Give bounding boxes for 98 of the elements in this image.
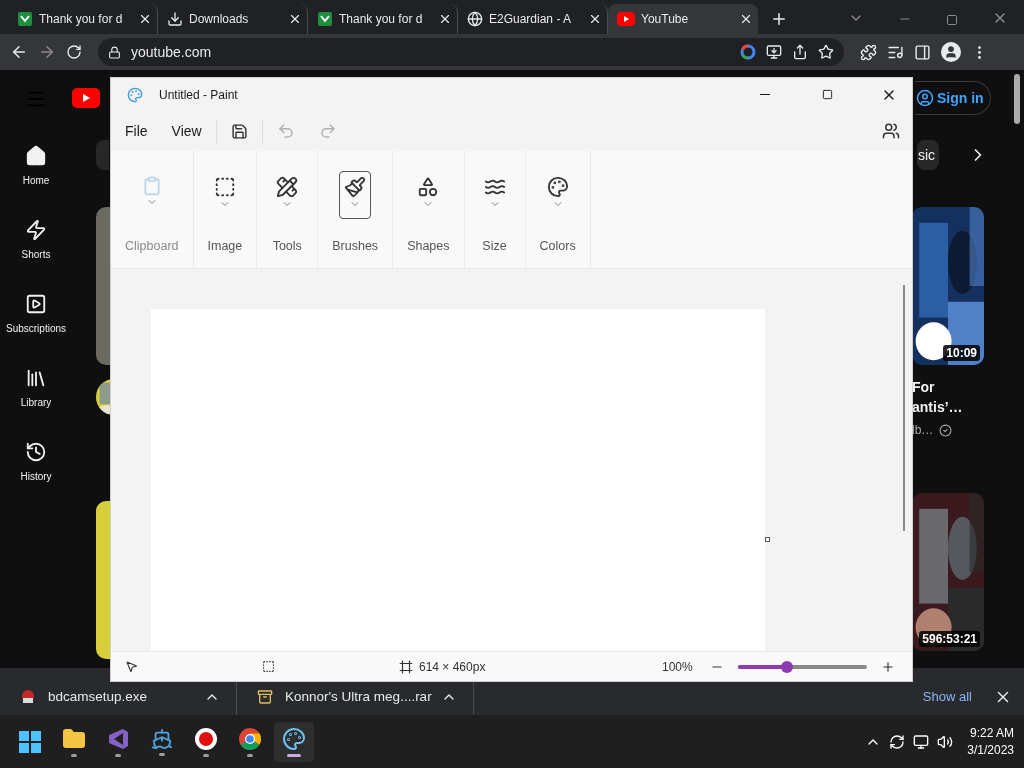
record-icon [194, 726, 218, 751]
dashed-square-icon [213, 176, 236, 198]
scrollbar-thumb[interactable] [903, 285, 905, 531]
canvas-size-icon [399, 659, 413, 674]
address-bar[interactable]: youtube.com [98, 38, 844, 66]
guide-item[interactable]: Library [0, 363, 72, 437]
history-icon [25, 441, 47, 463]
studio-icon [106, 726, 130, 751]
redo-icon [318, 122, 337, 140]
clock-date[interactable]: 3/1/2023 [967, 741, 1014, 759]
sync-icon[interactable] [889, 733, 906, 750]
close-icon[interactable] [588, 12, 602, 26]
network-icon[interactable] [913, 733, 930, 750]
installer-icon [20, 688, 36, 705]
google-icon[interactable] [740, 44, 756, 60]
zoom-percent: 100% [662, 659, 694, 674]
verified-icon [939, 423, 953, 437]
minimize-icon [760, 94, 770, 95]
window-title: Untitled - Paint [159, 87, 239, 102]
side-panel-icon[interactable] [914, 43, 931, 61]
shapes-icon [417, 176, 440, 198]
show-all-link[interactable]: Show all [922, 689, 972, 704]
puzzle-icon[interactable] [860, 43, 877, 61]
ribbon-group[interactable]: Shapes [393, 151, 465, 268]
zoom-in-icon[interactable] [881, 659, 895, 674]
save-icon [230, 122, 248, 140]
sheets-icon [317, 11, 333, 27]
tab-title: Thank you for d [339, 12, 423, 26]
url-text: youtube.com [131, 44, 213, 60]
maximize-icon [821, 89, 833, 100]
browser-tab[interactable]: YouTube [608, 4, 758, 34]
forward-icon[interactable] [38, 43, 56, 61]
channel-name[interactable]: lb… [912, 423, 934, 437]
clock-time[interactable]: 9:22 AM [969, 724, 1014, 742]
scrollbar-thumb[interactable] [1014, 74, 1020, 124]
user-icon [916, 89, 934, 107]
close-icon[interactable] [138, 12, 152, 26]
slider-thumb[interactable] [781, 660, 793, 673]
tab-title: Thank you for d [39, 12, 123, 26]
ribbon-group[interactable]: Brushes [318, 151, 394, 268]
star-icon[interactable] [818, 44, 834, 60]
install-icon[interactable] [766, 44, 782, 60]
menu-item[interactable]: File [115, 117, 158, 145]
download-icon [167, 11, 183, 27]
selection-icon [262, 660, 275, 673]
lock-icon [108, 45, 121, 59]
tab-title: E2Guardian - A [489, 12, 572, 26]
guide-item[interactable]: History [0, 437, 72, 511]
close-icon[interactable] [288, 12, 302, 26]
paint-icon [127, 86, 143, 103]
home-icon [25, 145, 47, 167]
sheets-icon [17, 11, 33, 27]
pointer-icon [125, 660, 138, 673]
restore-icon[interactable] [946, 14, 958, 26]
video-title[interactable]: For [912, 377, 984, 397]
resize-handle[interactable] [765, 537, 770, 542]
undo-icon [276, 122, 295, 140]
duration-badge: 10:09 [943, 345, 980, 361]
profile-avatar[interactable] [941, 42, 961, 62]
brush-icon [344, 176, 367, 198]
youtube-icon [617, 12, 635, 26]
back-icon[interactable] [10, 43, 28, 61]
ribbon-group[interactable]: Tools [257, 151, 319, 268]
menu-item[interactable]: View [161, 117, 212, 145]
archive-icon [257, 688, 273, 705]
video-title[interactable]: antis’… [912, 397, 984, 417]
globe-icon [467, 11, 483, 27]
close-icon[interactable] [438, 12, 452, 26]
guide-item[interactable]: Subscriptions [0, 289, 72, 363]
library-icon [25, 367, 47, 389]
chip[interactable]: sic [916, 140, 939, 170]
volume-icon[interactable] [937, 733, 954, 750]
shorts-icon [25, 219, 47, 241]
new-tab-icon[interactable] [770, 10, 788, 28]
reload-icon[interactable] [66, 44, 82, 60]
ribbon-group[interactable]: Image [193, 151, 258, 268]
canvas-size: 614 × 460px [419, 659, 486, 674]
ribbon-group[interactable]: Size [464, 151, 526, 268]
ribbon-group[interactable]: Colors [525, 151, 591, 268]
windows-icon [19, 730, 41, 753]
close-icon[interactable] [739, 12, 753, 26]
duration-badge: 596:53:21 [919, 631, 980, 647]
guide-item[interactable]: Shorts [0, 215, 72, 289]
tools-icon [276, 176, 299, 198]
tab-title: Downloads [189, 12, 249, 26]
guide-item[interactable]: Home [0, 141, 72, 215]
paint-icon [282, 726, 306, 751]
folder-icon [62, 726, 86, 751]
share-icon[interactable] [792, 44, 808, 60]
chrome-icon [238, 726, 262, 751]
people-icon[interactable] [882, 122, 900, 140]
palette-icon [546, 176, 569, 198]
taskbar-app[interactable] [274, 721, 314, 762]
subscriptions-icon [25, 293, 47, 315]
youtube-logo[interactable] [72, 88, 100, 108]
download-name[interactable]: bdcamsetup.exe [48, 689, 192, 704]
tab-title: YouTube [641, 12, 689, 26]
ship-icon [151, 727, 173, 750]
